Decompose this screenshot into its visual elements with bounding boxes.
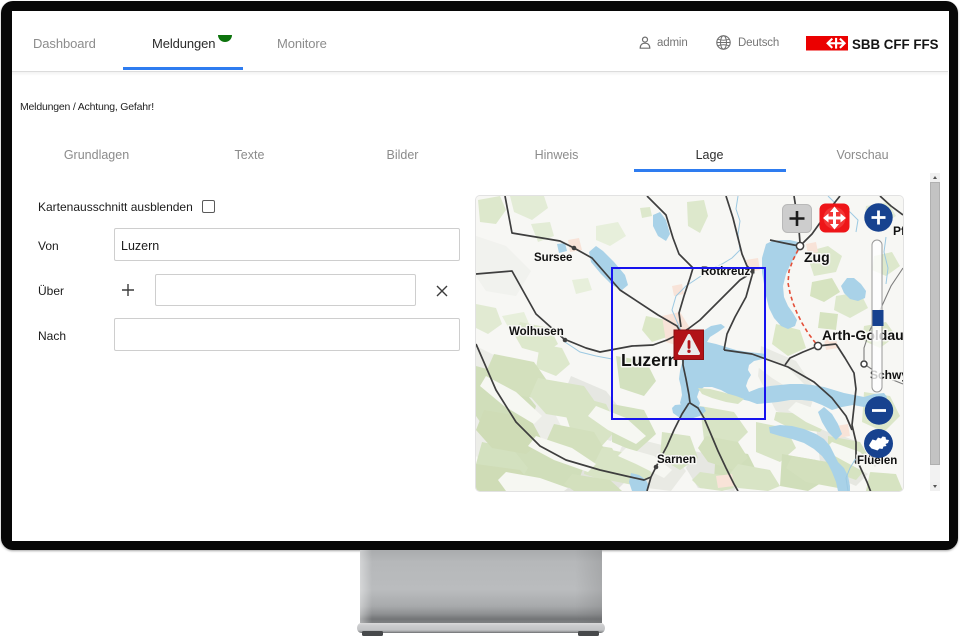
svg-text:Pf: Pf	[893, 224, 903, 238]
svg-text:Luzern: Luzern	[621, 350, 678, 370]
svg-text:Wolhusen: Wolhusen	[509, 326, 564, 338]
svg-text:Arth-Goldau: Arth-Goldau	[822, 327, 903, 343]
svg-text:Sursee: Sursee	[534, 252, 572, 264]
svg-text:Sarnen: Sarnen	[657, 454, 696, 466]
svg-text:Zug: Zug	[804, 249, 830, 265]
